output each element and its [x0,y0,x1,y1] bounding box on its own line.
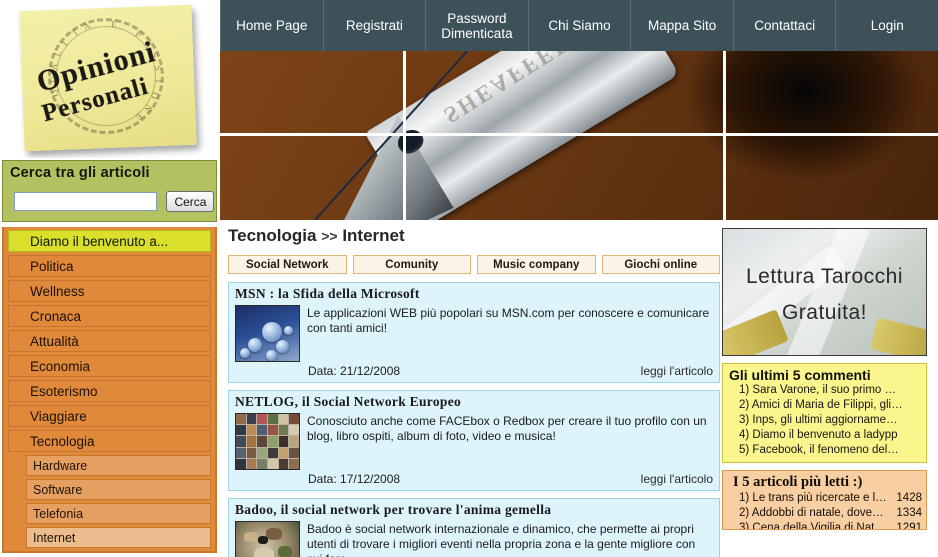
most-read-item-count: 1428 [896,492,922,504]
main-content: Tecnologia >> Internet Social Network Com… [220,220,720,557]
article-body: Le applicazioni WEB più popolari su MSN.… [235,305,713,362]
category-item-12[interactable]: Internet [26,527,211,548]
article-title[interactable]: Badoo, il social network per trovare l'a… [235,502,713,518]
netlog-photo-grid-icon [235,413,300,470]
banner-grid-v1 [403,51,406,220]
search-submit-button[interactable]: Cerca [166,191,215,212]
subtab-2[interactable]: Music company [477,255,596,274]
nav-item-3[interactable]: Chi Siamo [529,0,632,51]
search-panel-title: Cerca tra gli articoli [10,165,150,181]
site-logo[interactable]: QUALITÀ E PASSIONE Opinioni Personali [0,0,220,158]
search-panel: Cerca tra gli articoli Cerca [2,160,217,222]
most-read-item-count: 1334 [896,507,922,519]
most-read-item-count: 1291 [896,522,922,530]
article-list: MSN : la Sfida della Microsoft Le applica… [228,282,720,557]
most-read-item-label: 1) Le trans più ricercate e l… [739,492,887,504]
article-excerpt: Badoo è social network internazionale e … [307,522,696,557]
banner-grid-h [220,133,938,136]
category-item-0[interactable]: Diamo il benvenuto a... [8,230,211,252]
comment-item[interactable]: 4) Diamo il benvenuto a ladypp [727,428,922,443]
comment-item[interactable]: 1) Sara Varone, il suo primo … [727,383,922,398]
subtab-1[interactable]: Comunity [352,255,471,274]
latest-comments-title: Gli ultimi 5 commenti [729,367,871,383]
promo-banner-tarocchi[interactable]: Lettura Tarocchi Gratuita! [722,228,927,356]
most-read-item-label: 3) Cena della Vigilia di Nat… [739,522,886,530]
read-article-link[interactable]: leggi l'articolo [641,364,713,378]
category-item-8[interactable]: Tecnologia [8,430,211,452]
breadcrumb: Tecnologia >> Internet [228,226,720,248]
most-read-item[interactable]: 1) Le trans più ricercate e l… 1428 [727,491,922,506]
article-footer: Data: 17/12/2008 leggi l'articolo [235,472,713,486]
most-read-articles-panel: I 5 articoli più letti :) 1) Le trans pi… [722,470,927,530]
category-item-6[interactable]: Esoterismo [8,380,211,402]
banner-grid-v2 [723,51,726,220]
article-body: Conosciuto anche come FACEbox o Redbox p… [235,413,713,470]
left-sidebar: QUALITÀ E PASSIONE Opinioni Personali Ce… [0,0,220,557]
latest-comments-panel: Gli ultimi 5 commenti 1) Sara Varone, il… [722,363,927,463]
article-excerpt: Conosciuto anche come FACEbox o Redbox p… [307,414,707,443]
header-banner-image: SHEAFFER [220,51,938,220]
category-item-3[interactable]: Cronaca [8,305,211,327]
breadcrumb-parent[interactable]: Tecnologia [228,226,316,245]
article-card[interactable]: NETLOG, il Social Network Europeo Conosci… [228,390,720,491]
breadcrumb-current: Internet [342,226,405,245]
comment-item[interactable]: 5) Facebook, il fenomeno del… [727,443,922,458]
page-root: QUALITÀ E PASSIONE Opinioni Personali Ce… [0,0,938,557]
article-date: Data: 21/12/2008 [308,364,401,378]
comment-item[interactable]: 2) Amici di Maria de Filippi, gli… [727,398,922,413]
nav-item-6[interactable]: Login [836,0,938,51]
category-item-4[interactable]: Attualità [8,330,211,352]
category-item-10[interactable]: Software [26,479,211,500]
most-read-item[interactable]: 2) Addobbi di natale, dove… 1334 [727,506,922,521]
article-body: Badoo è social network internazionale e … [235,521,713,557]
breadcrumb-separator: >> [321,228,338,244]
article-card[interactable]: Badoo, il social network per trovare l'a… [228,498,720,557]
latest-comments-list: 1) Sara Varone, il suo primo … 2) Amici d… [727,383,922,458]
promo-line-1: Lettura Tarocchi [745,265,904,288]
most-read-item[interactable]: 3) Cena della Vigilia di Nat… 1291 [727,521,922,530]
most-read-title: I 5 articoli più letti :) [733,474,863,490]
category-item-5[interactable]: Economia [8,355,211,377]
read-article-link[interactable]: leggi l'articolo [641,472,713,486]
most-read-list: 1) Le trans più ricercate e l… 1428 2) Add… [727,491,922,530]
comment-item[interactable]: 3) Inps, gli ultimi aggiorname… [727,413,922,428]
promo-line-2: Gratuita! [781,301,868,324]
article-excerpt: Le applicazioni WEB più popolari su MSN.… [307,306,710,335]
nav-item-1[interactable]: Registrati [324,0,427,51]
category-item-9[interactable]: Hardware [26,455,211,476]
article-title[interactable]: MSN : la Sfida della Microsoft [235,286,713,302]
sticky-note-graphic: QUALITÀ E PASSIONE Opinioni Personali [19,4,197,152]
search-row: Cerca [14,191,215,212]
article-card[interactable]: MSN : la Sfida della Microsoft Le applica… [228,282,720,383]
nav-item-0[interactable]: Home Page [220,0,324,51]
nav-item-2[interactable]: Password Dimenticata [426,0,529,51]
article-title[interactable]: NETLOG, il Social Network Europeo [235,394,713,410]
category-item-2[interactable]: Wellness [8,280,211,302]
category-item-7[interactable]: Viaggiare [8,405,211,427]
badoo-crowd-icon [235,521,300,557]
article-date: Data: 17/12/2008 [308,472,401,486]
msn-bubbles-icon [235,305,300,362]
most-read-item-label: 2) Addobbi di natale, dove… [739,507,884,519]
nav-item-4[interactable]: Mappa Sito [631,0,734,51]
category-item-1[interactable]: Politica [8,255,211,277]
subtab-0[interactable]: Social Network [228,255,347,274]
category-navigation: Diamo il benvenuto a... Politica Wellness C… [2,227,217,553]
subcategory-tabs: Social Network Comunity Music company Gioch… [228,255,720,274]
right-sidebar: Lettura Tarocchi Gratuita! Gli ultimi 5 … [722,228,938,557]
top-navigation-bar: Home Page Registrati Password Dimenticata C… [220,0,938,51]
subtab-3[interactable]: Giochi online [601,255,720,274]
nav-item-5[interactable]: Contattaci [734,0,837,51]
article-footer: Data: 21/12/2008 leggi l'articolo [235,364,713,378]
category-item-11[interactable]: Telefonia [26,503,211,524]
search-input[interactable] [14,192,157,211]
